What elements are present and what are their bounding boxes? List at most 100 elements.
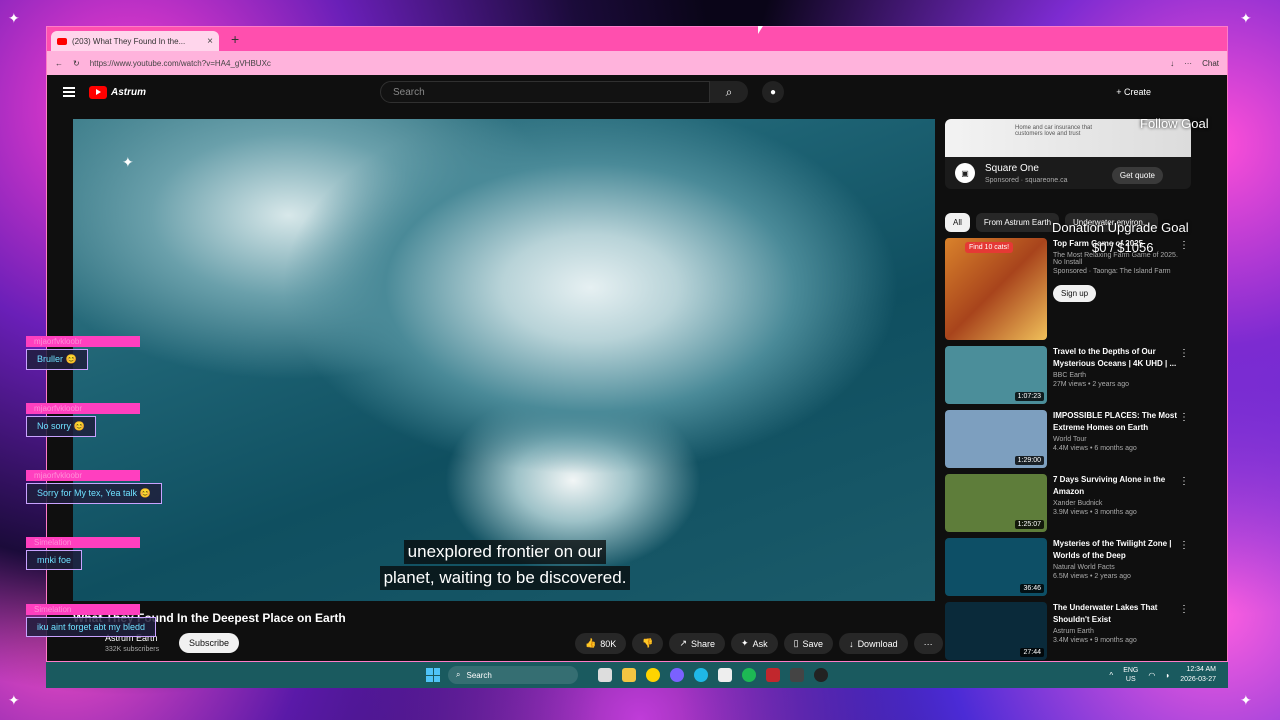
new-tab-button[interactable]: + xyxy=(231,31,239,47)
create-button[interactable]: + Create xyxy=(1116,87,1151,97)
ad-name: Square One xyxy=(985,163,1039,174)
more-icon[interactable]: ⋮ xyxy=(1179,348,1189,359)
discord-icon[interactable] xyxy=(670,668,684,682)
address-bar: ← ↻ https://www.youtube.com/watch?v=HA4_… xyxy=(47,51,1227,75)
clock[interactable]: 12:34 AM 2026-03-27 xyxy=(1180,665,1216,685)
mouse-cursor xyxy=(758,26,763,34)
sign-up-button[interactable]: Sign up xyxy=(1053,285,1097,302)
task-view-icon[interactable] xyxy=(598,668,612,682)
tab-close-icon[interactable]: × xyxy=(207,36,213,47)
farm-ad[interactable]: Find 10 cats! Top Farm Game of 2025 The … xyxy=(945,238,1195,340)
spotify-icon[interactable] xyxy=(742,668,756,682)
like-button[interactable]: 👍 80K xyxy=(575,633,627,654)
recommendation-item[interactable]: 27:44 The Underwater Lakes That Shouldn't… xyxy=(945,602,1195,660)
search-button[interactable]: ⌕ xyxy=(710,81,749,103)
chat-text: mnki foe xyxy=(26,550,83,570)
sparkle-icon: ✦ xyxy=(1240,10,1252,26)
channel-name: Astrum Earth xyxy=(1053,628,1094,635)
share-button[interactable]: ↗ Share xyxy=(669,633,726,654)
more-icon[interactable]: ⋮ xyxy=(1179,240,1189,251)
ask-button[interactable]: ✦ Ask xyxy=(731,633,778,654)
video-title: Mysteries of the Twilight Zone | Worlds … xyxy=(1053,539,1172,560)
app-dark-icon[interactable] xyxy=(790,668,804,682)
wifi-icon[interactable]: ◠ xyxy=(1148,671,1155,680)
taskbar-search[interactable]: ⌕ Search xyxy=(448,666,578,684)
chip-from-channel[interactable]: From Astrum Earth xyxy=(975,213,1060,232)
recommendation-list: 1:07:23 Travel to the Depths of Our Myste… xyxy=(945,346,1195,660)
volume-icon[interactable]: ◗ xyxy=(1165,671,1170,680)
sparkle-icon: ✦ xyxy=(8,10,20,26)
youtube-logo[interactable]: Astrum xyxy=(89,85,146,99)
menu-icon[interactable] xyxy=(63,87,75,97)
video-player[interactable]: unexplored frontier on our planet, waiti… xyxy=(73,119,935,601)
menu-icon[interactable]: ··· xyxy=(1184,59,1192,68)
caption-line-2: planet, waiting to be discovered. xyxy=(379,566,631,590)
chat-message: Simelation mnki foe xyxy=(26,537,140,570)
video-duration: 1:07:23 xyxy=(1014,392,1044,401)
recommendation-item[interactable]: 1:29:00 IMPOSSIBLE PLACES: The Most Extre… xyxy=(945,410,1195,468)
video-duration: 1:25:07 xyxy=(1014,520,1044,529)
recommendation-item[interactable]: 1:07:23 Travel to the Depths of Our Myste… xyxy=(945,346,1195,404)
store-icon[interactable] xyxy=(718,668,732,682)
captions: unexplored frontier on our planet, waiti… xyxy=(375,539,635,591)
get-quote-button[interactable]: Get quote xyxy=(1111,167,1163,184)
dislike-button[interactable]: 👎 xyxy=(632,633,664,654)
video-title: 7 Days Surviving Alone in the Amazon xyxy=(1053,475,1166,496)
chat-username: mjaorfvkloobr xyxy=(26,403,140,414)
video-stats: 3.4M views • 9 months ago xyxy=(1053,637,1137,644)
youtube-header: Astrum Search ⌕ ● + Create xyxy=(47,75,1227,109)
more-actions-button[interactable]: ··· xyxy=(913,633,943,654)
tab-bar: (203) What They Found In the... × + xyxy=(47,27,1227,51)
recommendation-item[interactable]: 36:46 Mysteries of the Twilight Zone | Wo… xyxy=(945,538,1195,596)
recommendation-item[interactable]: 1:25:07 7 Days Surviving Alone in the Ama… xyxy=(945,474,1195,532)
browser-tab[interactable]: (203) What They Found In the... × xyxy=(51,31,219,51)
system-tray: ^ ENG US ◠ ◗ 12:34 AM 2026-03-27 xyxy=(1109,665,1216,685)
reload-icon[interactable]: ↻ xyxy=(73,59,80,68)
download-button[interactable]: ↓ Download xyxy=(839,633,908,654)
chat-message: mjaorfvkloobr Sorry for My tex, Yea talk … xyxy=(26,470,162,504)
video-thumbnail: 27:44 xyxy=(945,602,1047,660)
follow-goal: Follow Goal xyxy=(1140,116,1209,131)
back-icon[interactable]: ← xyxy=(55,59,63,68)
chat-button[interactable]: Chat xyxy=(1202,59,1219,68)
app-red-icon[interactable] xyxy=(766,668,780,682)
save-button[interactable]: ▯ Save xyxy=(783,633,834,654)
more-icon[interactable]: ⋮ xyxy=(1179,604,1189,615)
chat-text: iku aint forget abt my bledd xyxy=(26,617,157,637)
start-icon[interactable] xyxy=(426,668,440,682)
search-icon: ⌕ xyxy=(456,670,461,679)
sidebar: Home and car insurance that customers lo… xyxy=(945,119,1195,660)
taskbar-apps xyxy=(598,668,828,682)
chevron-up-icon[interactable]: ^ xyxy=(1109,671,1113,680)
file-explorer-icon[interactable] xyxy=(622,668,636,682)
youtube-icon xyxy=(57,37,67,45)
video-duration: 1:29:00 xyxy=(1014,456,1044,465)
edge-icon[interactable] xyxy=(694,668,708,682)
video-thumbnail: 1:07:23 xyxy=(945,346,1047,404)
video-title: Travel to the Depths of Our Mysterious O… xyxy=(1053,347,1177,368)
chip-all[interactable]: All xyxy=(945,213,970,232)
date: 2026-03-27 xyxy=(1180,676,1216,683)
app-icon[interactable] xyxy=(646,668,660,682)
mic-icon[interactable]: ● xyxy=(762,81,785,103)
language-indicator[interactable]: ENG US xyxy=(1123,666,1138,684)
channel-name: World Tour xyxy=(1053,436,1087,443)
more-icon[interactable]: ⋮ xyxy=(1179,540,1189,551)
search-icon: ⌕ xyxy=(725,84,733,99)
browser-window: (203) What They Found In the... × + ← ↻ … xyxy=(46,26,1228,662)
sparkle-icon: ✦ xyxy=(741,638,749,648)
search-input[interactable]: Search xyxy=(380,81,711,103)
more-icon[interactable]: ⋮ xyxy=(1179,476,1189,487)
more-icon[interactable]: ⋮ xyxy=(1179,412,1189,423)
chat-username: mjaorfvkloobr xyxy=(26,336,140,347)
caption-line-1: unexplored frontier on our xyxy=(403,540,607,564)
subscribe-button[interactable]: Subscribe xyxy=(179,633,240,653)
obs-icon[interactable] xyxy=(814,668,828,682)
download-icon[interactable]: ↓ xyxy=(1170,59,1174,68)
chat-username: Simelation xyxy=(26,537,140,548)
chat-message: mjaorfvkloobr No sorry 😊 xyxy=(26,403,140,437)
url-field[interactable]: https://www.youtube.com/watch?v=HA4_gVHB… xyxy=(90,59,1160,68)
download-label: Download xyxy=(857,638,898,649)
chat-username: Simelation xyxy=(26,604,140,615)
thumbs-up-icon: 👍 xyxy=(585,638,597,648)
